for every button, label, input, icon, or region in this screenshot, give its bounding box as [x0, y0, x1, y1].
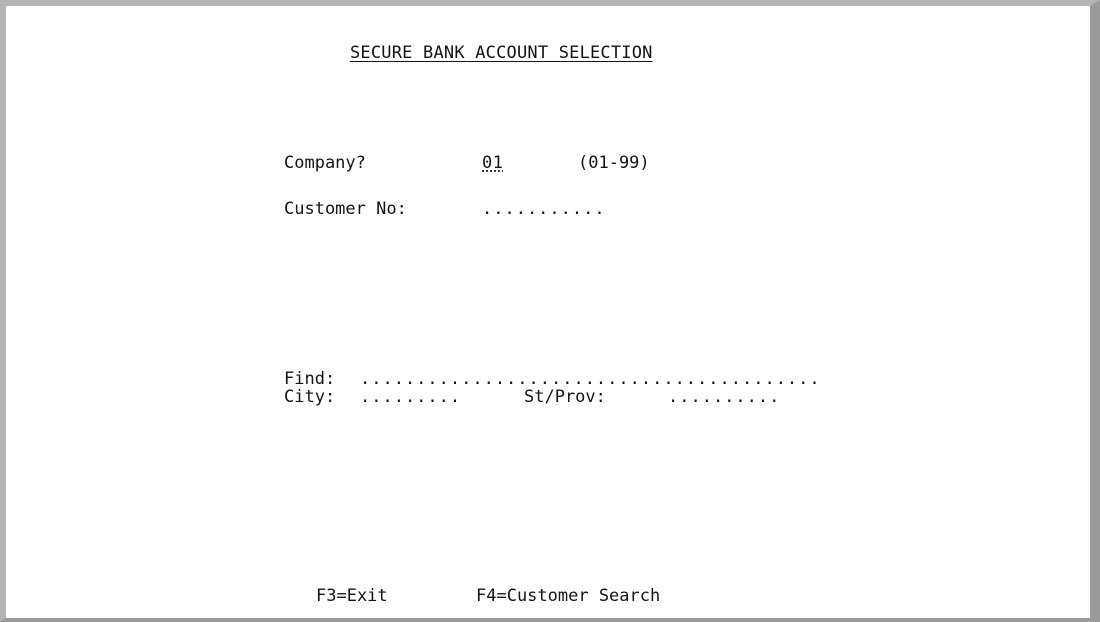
company-label: Company? — [284, 153, 366, 173]
st-prov-label: St/Prov: — [524, 387, 606, 407]
company-range-hint: (01-99) — [578, 153, 650, 173]
customer-no-label: Customer No: — [284, 199, 407, 219]
screen-title: SECURE BANK ACCOUNT SELECTION — [350, 43, 653, 63]
city-label: City: — [284, 387, 336, 407]
f3-exit-key[interactable]: F3=Exit — [316, 586, 388, 606]
terminal-screen: SECURE BANK ACCOUNT SELECTION Company? 0… — [0, 0, 1100, 622]
find-label: Find: — [284, 369, 336, 389]
city-input[interactable]: ......... — [360, 387, 461, 407]
customer-no-input[interactable]: ........... — [482, 199, 606, 219]
f4-customer-search-key[interactable]: F4=Customer Search — [476, 586, 660, 606]
company-input[interactable]: 01 — [482, 153, 503, 173]
st-prov-input[interactable]: .......... — [668, 387, 780, 407]
find-input[interactable]: ........................................… — [360, 369, 821, 389]
